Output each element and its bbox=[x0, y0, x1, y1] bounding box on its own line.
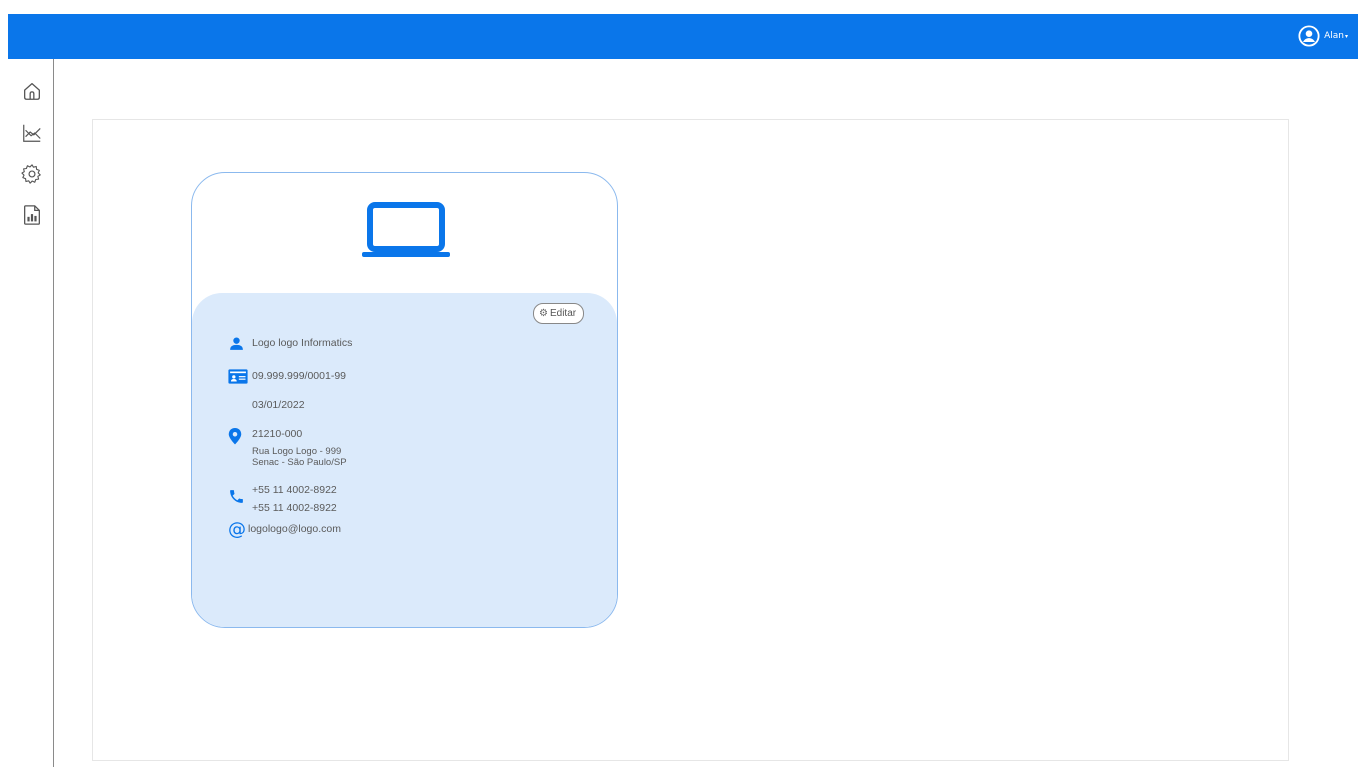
company-name: Logo logo Informatics bbox=[252, 337, 353, 349]
chevron-down-icon: ▾ bbox=[1344, 32, 1348, 40]
user-name: Alan bbox=[1324, 31, 1344, 41]
user-avatar-icon bbox=[1298, 25, 1320, 47]
phone-row: +55 11 4002-8922 +55 11 4002-8922 bbox=[228, 484, 337, 515]
line-chart-icon[interactable] bbox=[21, 122, 43, 144]
phone-block: +55 11 4002-8922 +55 11 4002-8922 bbox=[252, 484, 337, 515]
top-bar: Alan ▾ bbox=[8, 14, 1358, 59]
laptop-icon bbox=[362, 202, 450, 257]
cnpj: 09.999.999/0001-99 bbox=[252, 370, 347, 382]
phone-icon bbox=[230, 490, 243, 503]
phone-2: +55 11 4002-8922 bbox=[252, 502, 337, 514]
location-pin-icon bbox=[228, 428, 242, 445]
edit-button-label: Editar bbox=[549, 308, 577, 319]
report-icon[interactable] bbox=[21, 204, 43, 226]
at-sign-icon: @ bbox=[228, 519, 246, 540]
registration-date: 03/01/2022 bbox=[252, 399, 305, 411]
address-line-2: Senac - São Paulo/SP bbox=[252, 457, 347, 468]
card-header bbox=[192, 173, 617, 295]
cep: 21210-000 bbox=[252, 428, 303, 440]
gear-icon: ⚙ bbox=[539, 308, 548, 319]
sidebar bbox=[8, 59, 54, 767]
id-card-icon bbox=[228, 369, 248, 384]
date-row: 03/01/2022 bbox=[252, 399, 305, 412]
email-row: @ logologo@logo.com bbox=[228, 519, 341, 540]
address-row: 21210-000 Rua Logo Logo - 999 Senac - Sã… bbox=[228, 428, 347, 468]
person-icon bbox=[230, 337, 243, 350]
gear-icon[interactable] bbox=[21, 163, 43, 185]
email[interactable]: logologo@logo.com bbox=[248, 521, 341, 538]
home-icon[interactable] bbox=[21, 80, 43, 102]
company-name-row: Logo logo Informatics bbox=[228, 335, 352, 352]
edit-button[interactable]: ⚙ Editar bbox=[533, 303, 585, 324]
address-line-1: Rua Logo Logo - 999 bbox=[252, 446, 342, 457]
cnpj-row: 09.999.999/0001-99 bbox=[228, 368, 346, 385]
user-menu[interactable]: Alan ▾ bbox=[1298, 25, 1348, 47]
phone-1: +55 11 4002-8922 bbox=[252, 484, 337, 496]
company-card: ⚙ Editar Logo logo Informatics 09.999.99… bbox=[191, 172, 618, 628]
card-body: ⚙ Editar Logo logo Informatics 09.999.99… bbox=[192, 293, 617, 627]
address-block: 21210-000 Rua Logo Logo - 999 Senac - Sã… bbox=[252, 428, 347, 468]
